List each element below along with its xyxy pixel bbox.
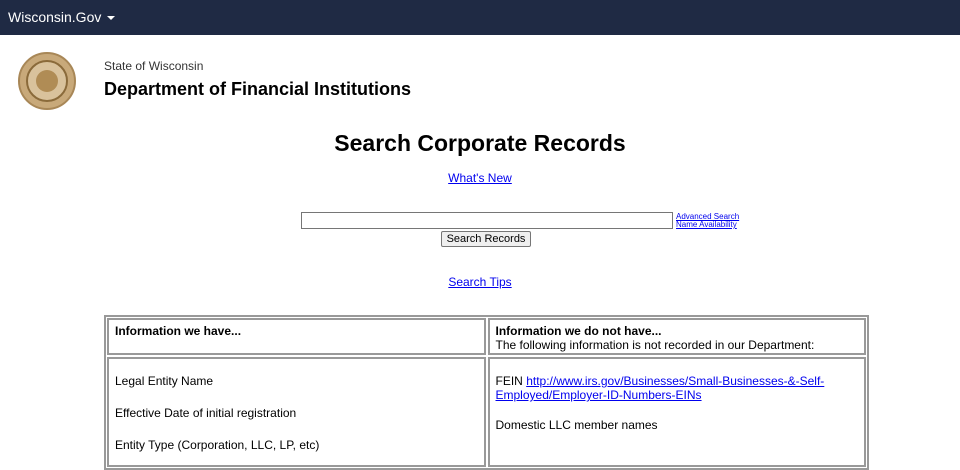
not-have-title: Information we do not have... (495, 324, 662, 338)
whats-new-link[interactable]: What's New (448, 171, 512, 185)
not-have-header: Information we do not have... The follow… (487, 318, 866, 355)
have-item: Entity Type (Corporation, LLC, LP, etc) (115, 438, 320, 452)
table-row: Legal Entity Name Effective Date of init… (106, 356, 867, 468)
search-records-button[interactable]: Search Records (441, 231, 531, 247)
table-header-row: Information we have... Information we do… (106, 317, 867, 356)
not-have-subtitle: The following information is not recorde… (495, 338, 815, 352)
state-label: State of Wisconsin (104, 59, 204, 73)
state-seal-logo (18, 52, 76, 110)
fein-item: FEIN http://www.irs.gov/Businesses/Small… (496, 374, 859, 402)
wisconsin-gov-label: Wisconsin.Gov (8, 9, 102, 25)
have-item: Legal Entity Name (115, 374, 214, 388)
have-items-cell: Legal Entity Name Effective Date of init… (107, 357, 486, 467)
wisconsin-gov-menu[interactable]: Wisconsin.Gov (8, 9, 116, 25)
fein-label: FEIN (495, 374, 523, 388)
have-item: Effective Date of initial registration (115, 406, 297, 420)
not-have-items-cell: FEIN http://www.irs.gov/Businesses/Small… (487, 357, 866, 467)
department-name: Department of Financial Institutions (104, 79, 412, 99)
information-table: Information we have... Information we do… (104, 315, 869, 470)
search-options-links: Advanced Search Name Availability (676, 213, 739, 229)
not-have-item: Domestic LLC member names (495, 418, 658, 432)
search-input[interactable] (301, 212, 673, 229)
page-title: Search Corporate Records (334, 130, 626, 156)
top-navigation-bar: Wisconsin.Gov (0, 0, 960, 35)
name-availability-link[interactable]: Name Availability (676, 221, 739, 229)
have-header: Information we have... (107, 318, 486, 355)
fein-irs-link[interactable]: http://www.irs.gov/Businesses/Small-Busi… (496, 374, 825, 402)
caret-down-icon (107, 16, 116, 21)
search-tips-link[interactable]: Search Tips (448, 275, 511, 289)
